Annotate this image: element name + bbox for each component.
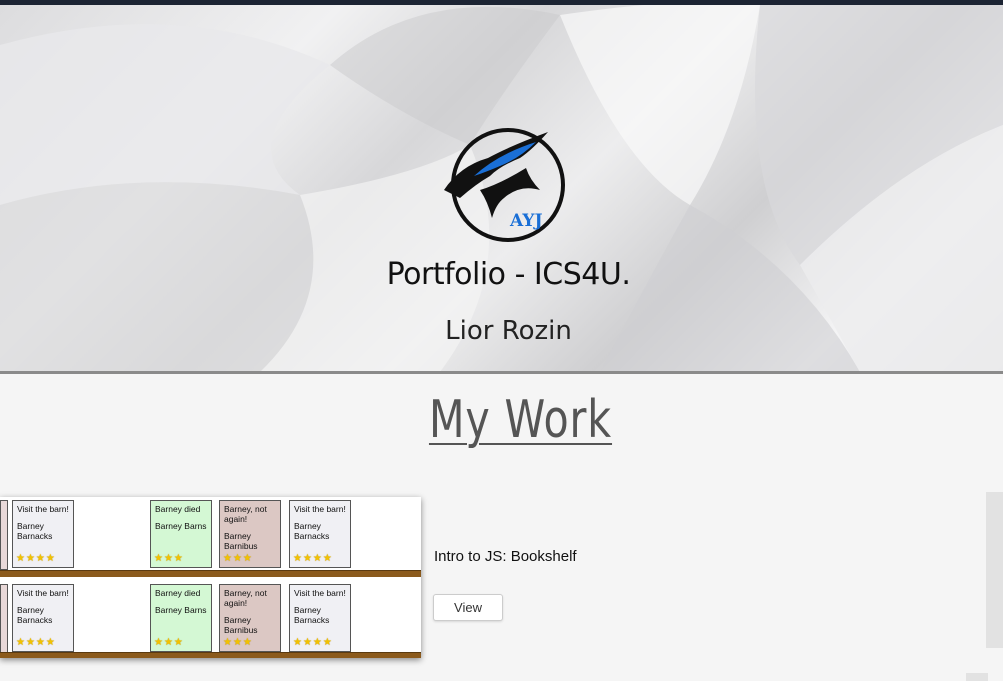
book-title: Visit the barn!	[17, 504, 69, 514]
rating-stars: ★★★	[223, 553, 253, 564]
section-title: My Work	[428, 390, 613, 450]
book-title: Visit the barn!	[17, 588, 69, 598]
hero-divider	[0, 371, 1003, 374]
book-card: Visit the barn! Barney Barnacks ★★★★	[12, 500, 74, 568]
book-title: Visit the barn!	[294, 588, 346, 598]
book-author: Barney Barnibus	[224, 615, 258, 635]
book-author: Barney Barns	[155, 605, 207, 615]
rating-stars: ★★★★	[16, 637, 56, 648]
book-card: Visit the barn! Barney Barnacks ★★★★	[289, 500, 351, 568]
book-title: Barney died	[155, 504, 201, 514]
author-name: Lior Rozin	[445, 316, 572, 346]
shelf-row: Visit the barn! Barney Barnacks ★★★★ Bar…	[0, 581, 421, 658]
book-author: Barney Barnacks	[17, 521, 53, 541]
book-edge	[0, 500, 8, 570]
book-title: Barney died	[155, 588, 201, 598]
book-title: Barney, not again!	[224, 504, 267, 524]
book-card: Barney, not again! Barney Barnibus ★★★	[219, 584, 281, 652]
book-card: Barney, not again! Barney Barnibus ★★★	[219, 500, 281, 568]
book-card: Visit the barn! Barney Barnacks ★★★★	[289, 584, 351, 652]
page-title: Portfolio - ICS4U.	[386, 257, 631, 292]
book-author: Barney Barnacks	[294, 605, 330, 625]
shelf-board	[0, 570, 421, 577]
book-title: Barney, not again!	[224, 588, 267, 608]
rating-stars: ★★★★	[293, 637, 333, 648]
scroll-corner	[966, 673, 988, 681]
logo-text: AYJ	[509, 211, 543, 231]
hero-banner: AYJ Portfolio - ICS4U. Lior Rozin	[0, 5, 1003, 372]
book-author: Barney Barnibus	[224, 531, 258, 551]
book-title: Visit the barn!	[294, 504, 346, 514]
book-author: Barney Barnacks	[17, 605, 53, 625]
rating-stars: ★★★★	[293, 553, 333, 564]
shelf-row: Visit the barn! Barney Barnacks ★★★★ Bar…	[0, 497, 421, 577]
book-edge	[0, 584, 8, 654]
project-thumbnail[interactable]: Visit the barn! Barney Barnacks ★★★★ Bar…	[0, 497, 421, 658]
ayj-logo-icon: AYJ	[444, 128, 565, 242]
view-project-button[interactable]: View	[433, 594, 503, 621]
rating-stars: ★★★	[154, 553, 184, 564]
book-author: Barney Barnacks	[294, 521, 330, 541]
rating-stars: ★★★★	[16, 553, 56, 564]
book-card: Barney died Barney Barns ★★★	[150, 584, 212, 652]
book-author: Barney Barns	[155, 521, 207, 531]
shelf-board	[0, 652, 421, 658]
rating-stars: ★★★	[154, 637, 184, 648]
book-card: Barney died Barney Barns ★★★	[150, 500, 212, 568]
rating-stars: ★★★	[223, 637, 253, 648]
scroll-panel[interactable]	[986, 492, 1003, 648]
project-title: Intro to JS: Bookshelf	[434, 548, 577, 565]
book-card: Visit the barn! Barney Barnacks ★★★★	[12, 584, 74, 652]
